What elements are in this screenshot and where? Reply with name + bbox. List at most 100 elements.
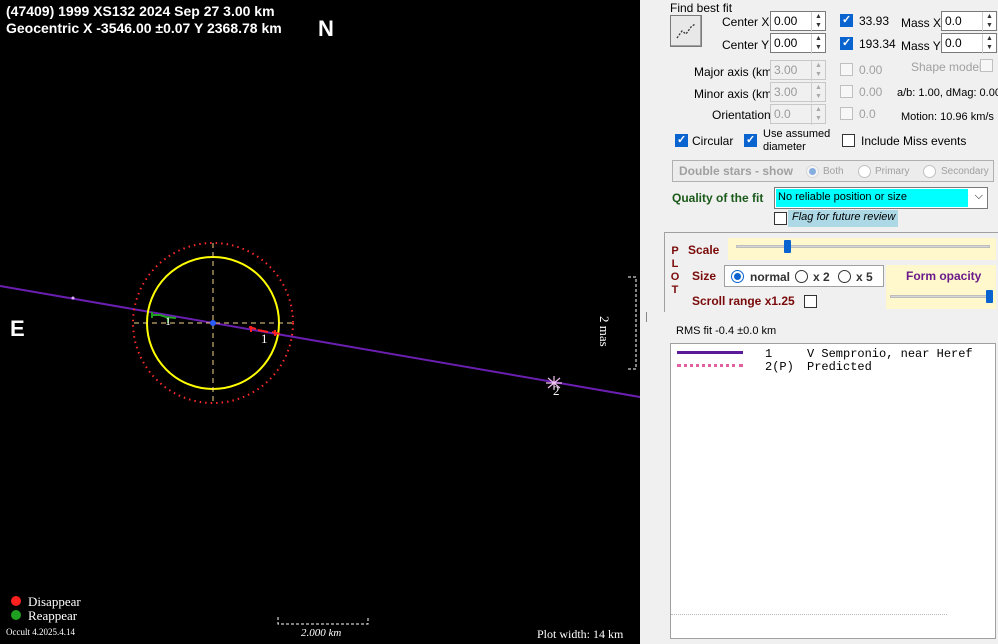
plot-title-line1: (47409) 1999 XS132 2024 Sep 27 3.00 km (6, 3, 275, 19)
primary-label: Primary (875, 166, 910, 177)
scale-slider-track (736, 245, 990, 248)
include-miss-label: Include Miss events (861, 134, 967, 148)
opacity-slider-thumb[interactable] (986, 290, 993, 303)
shape-model-checkbox[interactable] (980, 59, 993, 72)
plot-title-line2: Geocentric X -3546.00 ±0.07 Y 2368.78 km (6, 20, 282, 36)
occultation-plot[interactable]: (47409) 1999 XS132 2024 Sep 27 3.00 km G… (0, 0, 640, 644)
orientation-checkbox[interactable] (840, 107, 853, 120)
center-x-input[interactable]: 0.00 ▲ ▼ (770, 11, 826, 32)
observer-list[interactable]: 1 V Sempronio, near Heref 2(P) Predicted (670, 343, 996, 639)
list-item-name: V Sempronio, near Heref (807, 347, 973, 361)
minor-axis-checkbox[interactable] (840, 85, 853, 98)
size-radio-group: normal x 2 x 5 (724, 265, 884, 287)
chord-label: 1 (165, 314, 171, 328)
size-x5-radio[interactable] (838, 270, 851, 283)
chord-label: 1 (261, 331, 268, 346)
quality-value: No reliable position or size (776, 189, 968, 207)
chord-label: 2 (553, 383, 560, 398)
scale-bar (277, 617, 369, 625)
circular-checkbox[interactable] (675, 133, 688, 147)
mass-x-label: Mass X (901, 16, 942, 30)
minor-axis-spinner[interactable]: ▲ ▼ (811, 83, 825, 103)
minor-axis-label: Minor axis (km) (694, 87, 777, 101)
center-y-check-value: 193.34 (859, 37, 896, 51)
form-opacity-label: Form opacity (906, 269, 982, 283)
center-y-label: Center Y (722, 38, 770, 52)
center-x-label: Center X (722, 15, 770, 29)
divider (671, 614, 947, 615)
quality-select[interactable]: No reliable position or size ⌵ (774, 187, 988, 209)
use-assumed-label: Use assumed diameter (763, 128, 831, 153)
orientation-spinner[interactable]: ▲ ▼ (811, 105, 825, 125)
quality-label: Quality of the fit (672, 191, 764, 205)
plot-canvas (0, 242, 640, 625)
minor-axis-input[interactable]: 3.00 ▲ ▼ (770, 82, 826, 103)
orientation-input[interactable]: 0.0 ▲ ▼ (770, 104, 826, 125)
opacity-slider-track (890, 295, 990, 298)
double-stars-group: Double stars - show Both Primary Seconda… (672, 160, 994, 182)
major-axis-label: Major axis (km) (694, 65, 777, 79)
disappear-dot (11, 596, 21, 606)
both-radio[interactable] (806, 165, 819, 178)
mas-bracket (628, 276, 637, 370)
list-item-name: Predicted (807, 360, 872, 374)
plot-width-label: Plot width: 14 km (537, 627, 624, 641)
center-y-spinner[interactable]: ▲ ▼ (811, 34, 825, 54)
predicted-swatch (677, 364, 743, 367)
fit-panel: Find best fit Center X 0.00 ▲▼ 33.93 Mas… (640, 0, 998, 644)
center-y-checkbox[interactable] (840, 36, 853, 50)
divider (646, 312, 647, 322)
mass-y-label: Mass Y (901, 39, 941, 53)
find-best-fit-label: Find best fit (670, 1, 733, 15)
center-y-input[interactable]: 0.00 ▲ ▼ (770, 33, 826, 54)
chord-marker (71, 296, 75, 300)
ab-dmag-label: a/b: 1.00, dMag: 0.00 (897, 87, 998, 99)
flag-review-label: Flag for future review (788, 210, 898, 227)
size-normal-radio[interactable] (731, 270, 744, 283)
scroll-range-checkbox[interactable] (804, 295, 817, 308)
mass-x-input[interactable]: 0.0 ▲ ▼ (941, 11, 997, 32)
size-x2-radio[interactable] (795, 270, 808, 283)
rms-label: RMS fit -0.4 ±0.0 km (676, 325, 777, 337)
list-item-index: 1 (765, 347, 773, 361)
scale-slider-thumb[interactable] (783, 240, 791, 253)
secondary-label: Secondary (941, 166, 989, 177)
secondary-radio[interactable] (923, 165, 936, 178)
chord-line-1 (0, 285, 640, 398)
mass-y-spinner[interactable]: ▲ ▼ (982, 34, 996, 54)
north-label: N (318, 16, 334, 41)
center-x-spinner[interactable]: ▲ ▼ (811, 12, 825, 32)
shape-model-label: Shape model (911, 60, 982, 74)
major-axis-check-value: 0.00 (859, 63, 883, 77)
center-point (210, 320, 216, 326)
chevron-down-icon: ⌵ (974, 190, 983, 202)
both-label: Both (823, 166, 844, 177)
center-x-checkbox[interactable] (840, 13, 853, 27)
size-x2-label: x 2 (813, 270, 830, 284)
mass-x-spinner[interactable]: ▲ ▼ (982, 12, 996, 32)
major-axis-spinner[interactable]: ▲ ▼ (811, 61, 825, 81)
mas-label: 2 mas (597, 316, 612, 347)
size-normal-label: normal (750, 270, 791, 284)
primary-radio[interactable] (858, 165, 871, 178)
major-axis-checkbox[interactable] (840, 63, 853, 76)
find-best-fit-button[interactable] (670, 15, 702, 47)
flag-review-checkbox[interactable] (774, 212, 787, 225)
include-miss-checkbox[interactable] (842, 134, 855, 147)
chord-line-swatch (677, 351, 743, 354)
orientation-check-value: 0.0 (859, 107, 876, 121)
center-x-check-value: 33.93 (859, 14, 890, 28)
major-axis-input[interactable]: 3.00 ▲ ▼ (770, 60, 826, 81)
legend-reappear: Reappear (28, 608, 78, 623)
form-opacity-slider[interactable] (886, 287, 996, 309)
scroll-range-label: Scroll range x1.25 (692, 294, 795, 308)
list-item-index: 2(P) (765, 360, 794, 374)
reappear-dot (11, 610, 21, 620)
size-x5-label: x 5 (856, 270, 873, 284)
use-assumed-checkbox[interactable] (744, 133, 757, 147)
scale-bar-label: 2.000 km (301, 627, 342, 639)
motion-label: Motion: 10.96 km/s (901, 111, 994, 123)
scale-slider[interactable] (728, 238, 996, 260)
fit-chart-icon (676, 23, 696, 39)
mass-y-input[interactable]: 0.0 ▲ ▼ (941, 33, 997, 54)
